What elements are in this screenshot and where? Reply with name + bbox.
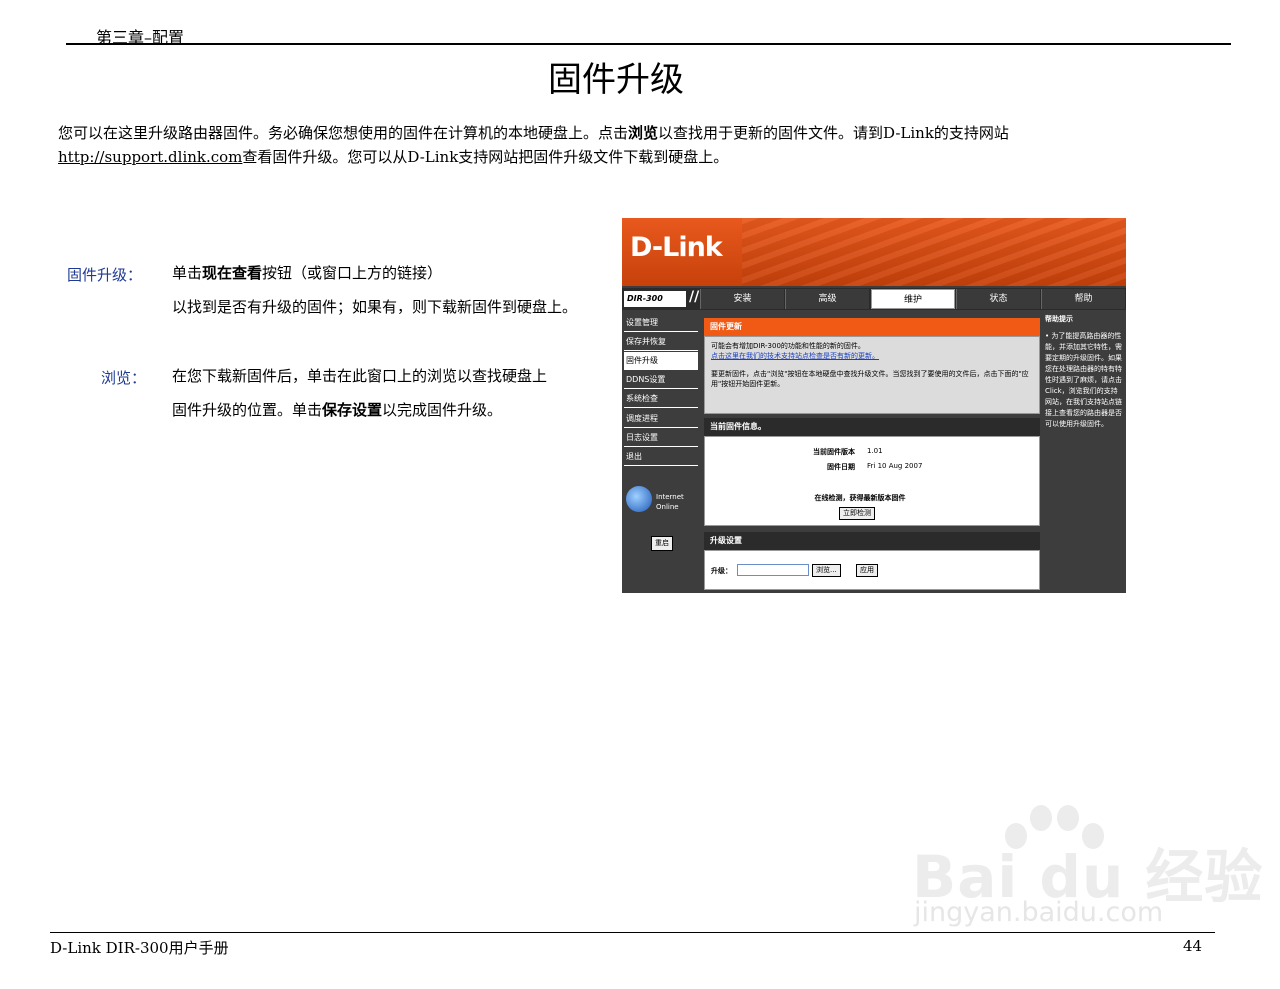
help-title: 帮助提示: [1045, 315, 1073, 323]
desc2-b: 保存设置: [322, 401, 383, 419]
desc1-a: 单击: [172, 264, 203, 282]
fw-update-line2: 要更新固件，点击"浏览"按钮在本地硬盘中查找升级文件。当您找到了要使用的文件后，…: [711, 370, 1029, 388]
sidebar-item-schedules[interactable]: 调度进程: [624, 410, 698, 428]
page-title: 固件升级: [548, 60, 684, 100]
sidebar-item-admin[interactable]: 设置管理: [624, 314, 698, 332]
sidebar-item-log[interactable]: 日志设置: [624, 429, 698, 447]
router-screenshot: D-Link DIR-300 // 安装 高级 维护 状态 帮助 设置管理 保存…: [622, 218, 1126, 593]
watermark-url: jingyan.baidu.com: [914, 897, 1164, 928]
model-badge: DIR-300: [624, 291, 686, 307]
desc1-c: 按钮（或窗口上方的链接）: [262, 264, 443, 282]
sidebar-item-save-restore[interactable]: 保存并恢复: [624, 333, 698, 351]
tab-setup[interactable]: 安装: [700, 289, 784, 309]
footer-manual-title: D-Link DIR-300用户手册: [50, 939, 229, 957]
sidebar-item-ddns[interactable]: DDNS设置: [624, 371, 698, 389]
model-slash: //: [689, 289, 700, 305]
upgrade-body: 升级： 浏览... 应用: [704, 550, 1040, 590]
intro-paragraph: 您可以在这里升级路由器固件。务必确保您想使用的固件在计算机的本地硬盘上。点击浏览…: [58, 121, 1178, 169]
help-column: 帮助提示 • 为了能提高路由器的性能，并添加其它特性，需要定期的升级固件。如果您…: [1043, 312, 1125, 593]
sidebar-item-system-check[interactable]: 系统检查: [624, 390, 698, 408]
term-firmware-upgrade: 固件升级：: [67, 266, 143, 284]
support-link[interactable]: http://support.dlink.com: [58, 148, 242, 166]
desc2-a: 固件升级的位置。单击: [172, 401, 323, 419]
intro-text-2: 以查找用于更新的固件文件。请到D-Link的支持网站: [658, 124, 1009, 142]
fw-update-title: 固件更新: [704, 318, 1040, 336]
fw-update-body: 可能会有增加DIR-300的功能和性能的新的固件。 点击这里在我们的技术支持站点…: [704, 336, 1040, 414]
firmware-file-input[interactable]: [737, 564, 809, 576]
desc1-line2: 以找到是否有升级的固件；如果有，则下载新固件到硬盘上。: [172, 298, 578, 316]
internet-globe-icon: [626, 486, 652, 512]
tab-advanced[interactable]: 高级: [785, 289, 869, 309]
internet-status: Internet Online: [656, 493, 684, 511]
tab-status[interactable]: 状态: [956, 289, 1040, 309]
page-number: 44: [1183, 937, 1203, 955]
current-fw-body: 当前固件版本 1.01 固件日期 Fri 10 Aug 2007 在线检测，获得…: [704, 436, 1040, 526]
browse-button[interactable]: 浏览...: [812, 564, 841, 577]
fw-update-line1: 可能会有增加DIR-300的功能和性能的新的固件。: [711, 342, 865, 350]
apply-button[interactable]: 应用: [856, 564, 878, 577]
fw-date-value: Fri 10 Aug 2007: [867, 462, 923, 470]
upgrade-label: 升级：: [711, 567, 732, 575]
sidebar-item-logout[interactable]: 退出: [624, 448, 698, 466]
desc-browse: 在您下载新固件后，单击在此窗口上的浏览以查找硬盘上 固件升级的位置。单击保存设置…: [172, 359, 612, 427]
term-browse: 浏览：: [101, 369, 147, 387]
desc2-c: 以完成固件升级。: [382, 401, 503, 419]
desc1-b: 现在查看: [202, 264, 263, 282]
watermark-paw-toe: [1057, 805, 1079, 831]
tab-maintenance[interactable]: 维护: [871, 289, 955, 309]
online-check-text: 在线检测，获得最新版本固件: [814, 494, 906, 502]
intro-text-3: 查看固件升级。您可以从D-Link支持网站把固件升级文件下载到硬盘上。: [242, 148, 729, 166]
intro-text-1: 您可以在这里升级路由器固件。务必确保您想使用的固件在计算机的本地硬盘上。点击: [58, 124, 629, 142]
tab-help[interactable]: 帮助: [1041, 289, 1125, 309]
check-now-button[interactable]: 立即检测: [839, 507, 875, 520]
main-content: 固件更新 可能会有增加DIR-300的功能和性能的新的固件。 点击这里在我们的技…: [702, 312, 1042, 593]
footer-rule: [50, 932, 1215, 933]
fw-check-link[interactable]: 点击这里在我们的技术支持站点检查是否有新的更新。: [711, 351, 1033, 361]
desc-firmware-upgrade: 单击现在查看按钮（或窗口上方的链接） 以找到是否有升级的固件；如果有，则下载新固…: [172, 256, 622, 324]
help-text: • 为了能提高路由器的性能，并添加其它特性，需要定期的升级固件。如果您在处理路由…: [1045, 332, 1122, 428]
sidebar-item-firmware[interactable]: 固件升级: [624, 352, 698, 370]
header-rule: [66, 43, 1231, 45]
desc2-line1: 在您下载新固件后，单击在此窗口上的浏览以查找硬盘上: [172, 367, 548, 385]
intro-browse: 浏览: [628, 124, 659, 142]
watermark-paw-toe: [1030, 805, 1052, 831]
upgrade-title: 升级设置: [704, 532, 1040, 550]
fw-version-value: 1.01: [867, 447, 883, 455]
reboot-button[interactable]: 重启: [651, 536, 673, 551]
fw-version-label: 当前固件版本: [813, 448, 855, 456]
current-fw-title: 当前固件信息。: [704, 418, 1040, 436]
fw-date-label: 固件日期: [827, 463, 855, 471]
dlink-logo: D-Link: [630, 232, 723, 263]
